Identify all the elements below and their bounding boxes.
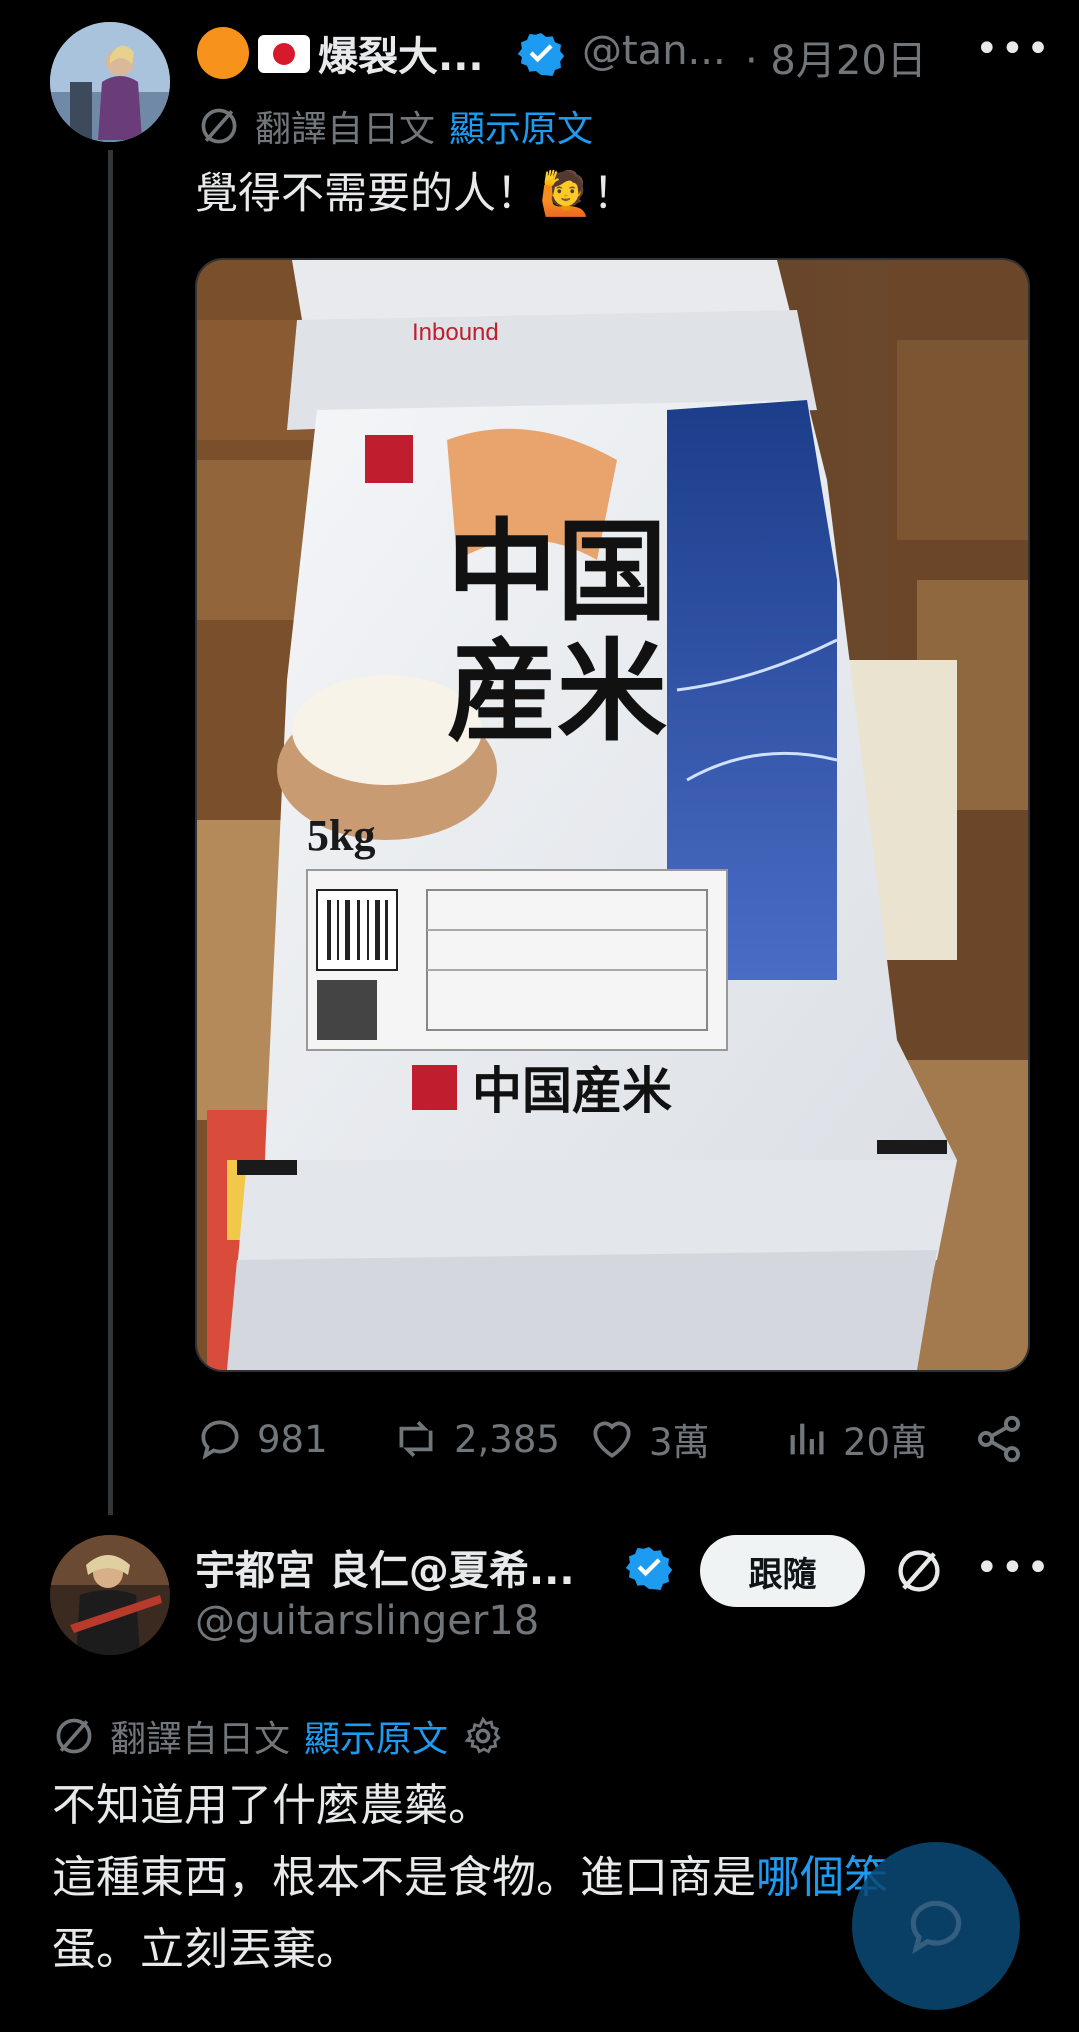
media-title-line1: 中国 xyxy=(447,507,667,636)
avatar-tweet1[interactable] xyxy=(50,22,170,142)
more-dots-icon[interactable]: ••• xyxy=(975,1545,1052,1591)
avatar-tweet2[interactable] xyxy=(50,1535,170,1655)
translation-row-tweet1: 翻譯自日文 顯示原文 xyxy=(197,100,593,152)
share-icon xyxy=(977,1415,1021,1463)
tweet1-action-bar: 981 2,385 3萬 20萬 xyxy=(195,1410,1030,1468)
translated-from-label: 翻譯自日文 xyxy=(110,1719,291,1760)
translate-icon xyxy=(56,1718,92,1754)
reply-icon xyxy=(910,1900,962,1955)
reply-icon xyxy=(201,1420,239,1460)
tweet2-text: 不知道用了什麼農藥。 這種東西，根本不是食物。進口商是哪個笨 蛋。立刻丟棄。 xyxy=(52,1770,888,1986)
tweet1-text: 覺得不需要的人！🙋！ xyxy=(195,158,636,230)
tweet1-text-main: 覺得不需要的人！ xyxy=(195,169,539,219)
like-count: 3萬 xyxy=(649,1421,710,1464)
views-button[interactable]: 20萬 xyxy=(785,1410,927,1468)
retweet-button[interactable]: 2,385 xyxy=(390,1410,560,1468)
verified-badge-icon xyxy=(517,33,565,76)
tweet1-text-end: ！ xyxy=(592,169,636,219)
verified-badge-icon xyxy=(625,1547,673,1590)
orange-circle-icon xyxy=(197,27,249,79)
more-dots-icon[interactable]: ••• xyxy=(975,26,1052,72)
translate-icon[interactable] xyxy=(893,1545,945,1597)
views-chart-icon xyxy=(790,1423,824,1455)
tweet-date[interactable]: · 8月20日 xyxy=(745,28,927,86)
media-bottom-label: 中国産米 xyxy=(472,1061,672,1120)
japan-flag-icon xyxy=(258,35,310,73)
heart-icon xyxy=(593,1421,631,1458)
tweet2-text-line3: 蛋。立刻丟棄。 xyxy=(52,1924,360,1975)
retweet-count: 2,385 xyxy=(454,1417,560,1461)
tweet-media-image[interactable]: 5kg 中国 産米 中国産米 Inbound xyxy=(195,258,1030,1372)
retweet-icon xyxy=(399,1421,433,1457)
tweet2-text-line1: 不知道用了什麼農藥。 xyxy=(52,1780,492,1831)
reply-button[interactable]: 981 xyxy=(195,1410,328,1468)
media-top-logo: Inbound xyxy=(412,319,499,346)
tweet2-text-line2-plain: 這種東西，根本不是食物。進口商是 xyxy=(52,1852,756,1903)
thread-connector-line xyxy=(108,150,113,1515)
raising-hand-emoji: 🙋 xyxy=(539,169,593,219)
translation-row-tweet2: 翻譯自日文 顯示原文 xyxy=(52,1710,504,1762)
media-weight-label: 5kg xyxy=(307,811,375,860)
share-button[interactable] xyxy=(973,1410,1025,1468)
media-title-line2: 産米 xyxy=(447,627,667,756)
show-original-link[interactable]: 顯示原文 xyxy=(449,100,593,152)
show-original-link[interactable]: 顯示原文 xyxy=(304,1710,448,1762)
reply-count: 981 xyxy=(257,1417,328,1461)
translate-icon xyxy=(201,108,237,144)
display-name-tweet2[interactable]: 宇都宮 良仁@夏希... xyxy=(195,1538,575,1596)
like-button[interactable]: 3萬 xyxy=(587,1410,710,1468)
display-name-tweet1[interactable]: 爆裂大... xyxy=(318,24,484,82)
handle-tweet1[interactable]: @tan... xyxy=(582,28,726,74)
translated-from-label: 翻譯自日文 xyxy=(255,109,436,150)
handle-tweet2[interactable]: @guitarslinger18 xyxy=(195,1598,539,1644)
gear-icon[interactable] xyxy=(462,1715,504,1757)
floating-reply-button[interactable] xyxy=(852,1842,1020,2010)
follow-button[interactable]: 跟隨 xyxy=(700,1535,865,1607)
views-count: 20萬 xyxy=(843,1421,928,1464)
tweet2-text-line2: 這種東西，根本不是食物。進口商是哪個笨 xyxy=(52,1842,888,1914)
